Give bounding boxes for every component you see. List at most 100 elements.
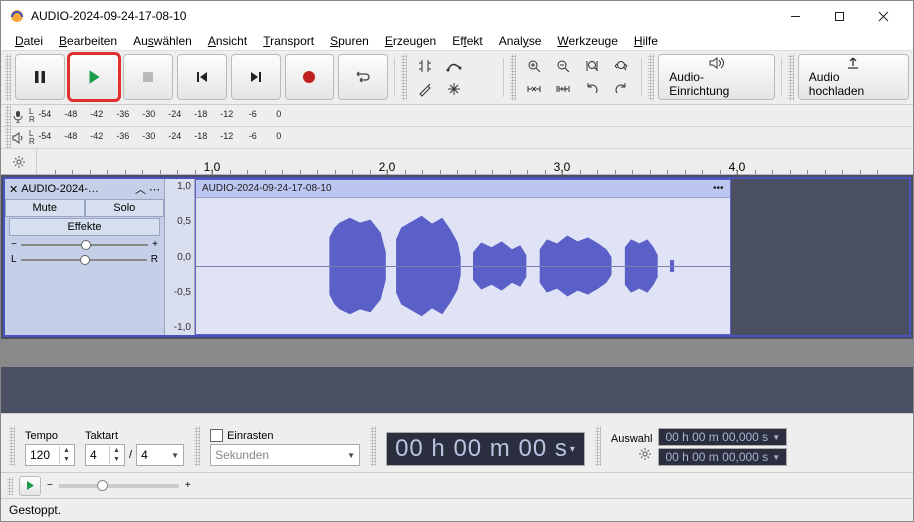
audio-upload-label: Audio hochladen [809, 70, 898, 98]
gear-icon[interactable] [638, 447, 652, 461]
timeline-major-tick: 1,0 [204, 160, 221, 174]
toolbar-grip[interactable] [648, 54, 654, 101]
app-logo-icon [9, 8, 25, 24]
selection-end-display[interactable]: 00 h 00 m 00,000 s▼ [658, 448, 787, 466]
window-title: AUDIO-2024-09-24-17-08-10 [31, 9, 773, 23]
microphone-icon[interactable] [11, 109, 25, 123]
audio-track: ✕ AUDIO-2024-… ︿ ⋯ Mute Solo Effekte − +… [3, 177, 911, 337]
skip-end-button[interactable] [231, 54, 281, 100]
toolbar-grip[interactable] [510, 54, 516, 101]
solo-button[interactable]: Solo [85, 199, 165, 217]
clip-menu-icon[interactable]: ••• [713, 183, 724, 194]
playback-speed-slider[interactable] [59, 484, 179, 488]
snap-unit-combo[interactable]: Sekunden▼ [210, 444, 360, 466]
meter-tick: -54 [38, 131, 51, 141]
upload-icon [845, 56, 861, 70]
pause-button[interactable] [15, 54, 65, 100]
meter-tick: -36 [116, 131, 129, 141]
toolbar-grip[interactable] [401, 54, 407, 101]
skip-start-button[interactable] [177, 54, 227, 100]
menu-datei[interactable]: Datei [7, 34, 51, 48]
toolbar-grip[interactable] [5, 54, 11, 101]
time-sig-denominator[interactable]: 4▼ [136, 444, 184, 466]
toolbar-grip[interactable] [9, 426, 15, 466]
tempo-input[interactable]: 120 ▲▼ [25, 444, 75, 466]
draw-tool-icon[interactable] [411, 78, 439, 100]
clip-area[interactable]: AUDIO-2024-09-24-17-08-10 ••• [195, 179, 909, 335]
selection-start-display[interactable]: 00 h 00 m 00,000 s▼ [658, 428, 787, 446]
play-button[interactable] [69, 54, 119, 100]
time-position-display[interactable]: 00 h 00 m 00 s▾ [386, 432, 585, 466]
menu-bearbeiten[interactable]: Bearbeiten [51, 34, 125, 48]
menu-auswählen[interactable]: Auswählen [125, 34, 200, 48]
track-collapse-icon[interactable]: ︿ [135, 181, 146, 197]
toolbar-grip[interactable] [194, 426, 200, 466]
snap-checkbox[interactable]: Einrasten [210, 429, 360, 442]
zoom-out-icon[interactable] [549, 55, 577, 77]
record-button[interactable] [285, 54, 335, 100]
time-sig-numerator[interactable]: 4▲▼ [85, 444, 125, 466]
tracks-area: ✕ AUDIO-2024-… ︿ ⋯ Mute Solo Effekte − +… [1, 175, 913, 413]
menu-ansicht[interactable]: Ansicht [200, 34, 255, 48]
pan-slider[interactable]: L R [5, 252, 164, 267]
multi-tool-icon[interactable] [440, 78, 468, 100]
meter-tick: -48 [64, 131, 77, 141]
tempo-label: Tempo [25, 430, 75, 442]
close-button[interactable] [861, 1, 905, 31]
audio-clip[interactable]: AUDIO-2024-09-24-17-08-10 ••• [195, 179, 731, 335]
timeline-major-tick: 4,0 [729, 160, 746, 174]
timeline-ruler[interactable]: 1,02,03,04,0 [1, 149, 913, 175]
timeline-major-tick: 3,0 [554, 160, 571, 174]
maximize-button[interactable] [817, 1, 861, 31]
track-control-panel: ✕ AUDIO-2024-… ︿ ⋯ Mute Solo Effekte − +… [5, 179, 165, 335]
mute-button[interactable]: Mute [5, 199, 85, 217]
silence-icon[interactable] [549, 78, 577, 100]
menu-werkzeuge[interactable]: Werkzeuge [549, 34, 625, 48]
waveform [196, 198, 730, 334]
meter-tick: -54 [38, 109, 51, 119]
playback-meter: LR -54-48-42-36-30-24-18-12-60 [1, 127, 913, 149]
menu-analyse[interactable]: Analyse [491, 34, 550, 48]
effects-button[interactable]: Effekte [9, 218, 160, 236]
audio-upload-button[interactable]: Audio hochladen [798, 54, 909, 100]
toolbar-grip[interactable] [788, 54, 794, 101]
track-menu-icon[interactable]: ⋯ [149, 183, 160, 196]
meter-tick: 0 [276, 131, 281, 141]
gain-slider[interactable]: − + [5, 237, 164, 252]
toolbar-grip[interactable] [595, 426, 601, 466]
envelope-tool-icon[interactable] [440, 55, 468, 77]
stop-button[interactable] [123, 54, 173, 100]
meter-tick: -12 [220, 131, 233, 141]
toolbar-grip[interactable] [7, 477, 13, 495]
menu-erzeugen[interactable]: Erzeugen [377, 34, 444, 48]
meter-tick: -24 [168, 109, 181, 119]
trim-icon[interactable] [520, 78, 548, 100]
undo-icon[interactable] [578, 78, 606, 100]
selection-tool-icon[interactable] [411, 55, 439, 77]
zoom-in-icon[interactable] [520, 55, 548, 77]
y-axis-label: 0,5 [177, 216, 191, 227]
timeline-options-button[interactable] [1, 149, 37, 174]
menu-transport[interactable]: Transport [255, 34, 322, 48]
loop-button[interactable] [338, 54, 388, 100]
title-bar: AUDIO-2024-09-24-17-08-10 [1, 1, 913, 31]
y-axis-label: 0,0 [177, 252, 191, 263]
status-bar: Gestoppt. [1, 499, 913, 521]
menu-hilfe[interactable]: Hilfe [626, 34, 666, 48]
track-name[interactable]: AUDIO-2024-… [21, 183, 132, 195]
meter-tick: -6 [249, 131, 257, 141]
menu-effekt[interactable]: Effekt [444, 34, 490, 48]
play-at-speed-button[interactable] [19, 476, 41, 496]
toolbar-grip[interactable] [370, 426, 376, 466]
track-close-icon[interactable]: ✕ [9, 183, 18, 196]
speaker-icon[interactable] [11, 131, 25, 145]
minimize-button[interactable] [773, 1, 817, 31]
audio-setup-button[interactable]: Audio-Einrichtung [658, 54, 775, 100]
fit-project-icon[interactable] [607, 55, 635, 77]
status-text: Gestoppt. [9, 503, 61, 517]
redo-icon[interactable] [607, 78, 635, 100]
meter-tick: -24 [168, 131, 181, 141]
meter-tick: -12 [220, 109, 233, 119]
menu-spuren[interactable]: Spuren [322, 34, 377, 48]
fit-selection-icon[interactable] [578, 55, 606, 77]
